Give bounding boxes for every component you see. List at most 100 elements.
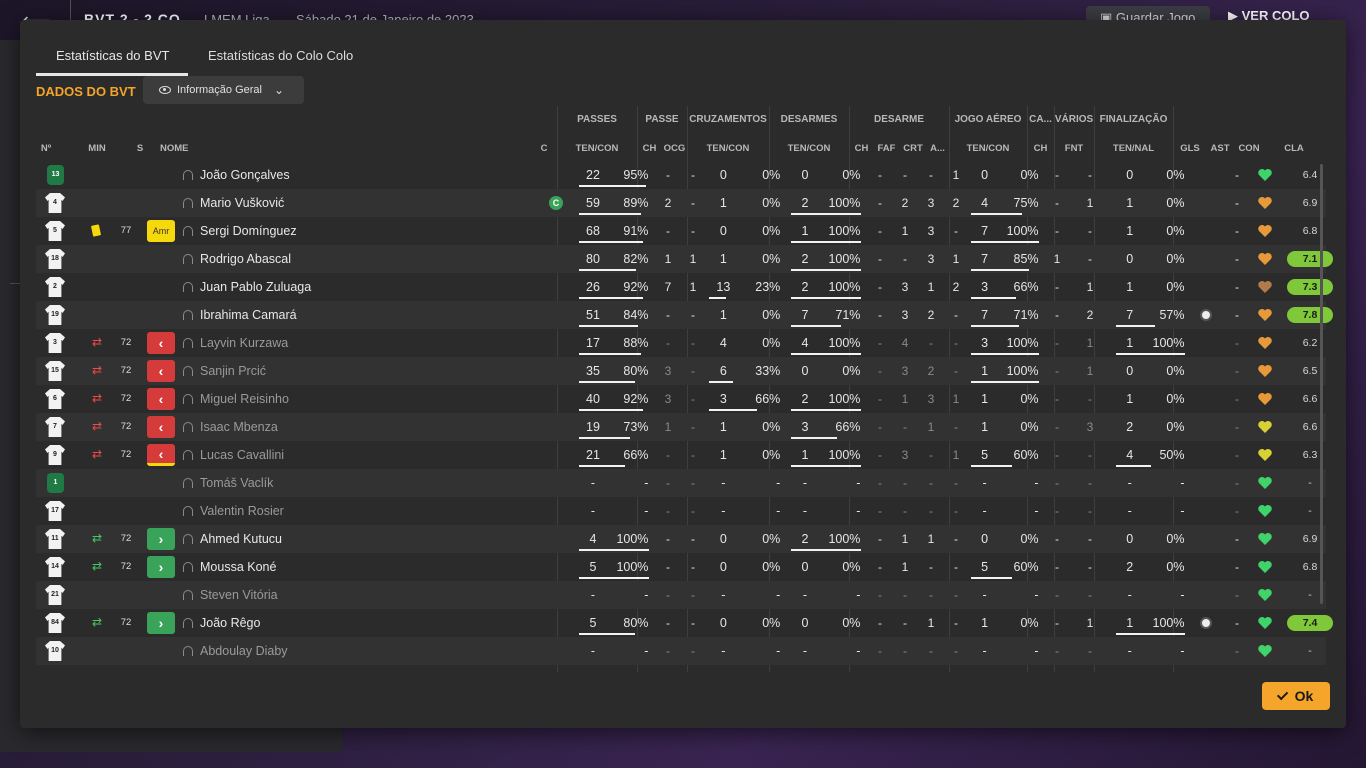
success-rate-bar [1116,353,1185,355]
table-row[interactable]: 14 ⇄ 72 › Moussa Koné 5 100% - -0 0% 0 0% -1- -5 60% - -… [36,553,1326,581]
tab-colo-colo-stats[interactable]: Estatísticas do Colo Colo [208,48,353,63]
column-header[interactable]: TEN/NAL [1094,143,1173,154]
column-header[interactable]: C [533,143,555,154]
player-name[interactable]: Moussa Koné [200,553,276,581]
person-icon [183,534,193,544]
stat-attempts: - [1127,476,1132,490]
success-rate-bar [971,213,1022,215]
shirt-icon: 2 [45,277,65,297]
stat-attempts: 0 [1126,364,1134,378]
ok-button[interactable]: Ok [1262,682,1330,710]
column-header[interactable]: CH [1027,143,1054,154]
player-name[interactable]: Valentin Rosier [200,497,284,525]
stat-percentage: 50% [1159,448,1185,462]
player-name[interactable]: João Gonçalves [200,161,290,189]
table-row[interactable]: 84 ⇄ 72 › João Rêgo 5 80% - -0 0% 0 0% - -1-1 0% -1 1 100… [36,609,1333,637]
success-rate-bar [579,577,649,579]
player-name[interactable]: João Rêgo [200,609,260,637]
stat-cell: - [1235,280,1239,294]
stat-attempts: 0 [719,168,727,182]
column-header[interactable]: MIN [86,143,108,154]
tab-bvt-stats[interactable]: Estatísticas do BVT [56,48,169,63]
table-row[interactable]: 9 ⇄ 72 ‹ Lucas Cavallini 21 66% - -1 0% 1 100% -3-1 5… [36,441,1326,469]
column-header[interactable]: OCG [662,143,687,154]
column-header[interactable]: A... [926,143,949,154]
table-row[interactable]: 6 ⇄ 72 ‹ Miguel Reisinho 40 92% 3-3 66% 2 100% -1 3 1… [36,385,1326,413]
player-name[interactable]: Juan Pablo Zuluaga [200,273,311,301]
table-row[interactable]: 10 Abdoulay Diaby - - - - - - - - - - - - - - - - - - - - [36,637,1326,665]
stat-attempts: 1 [719,448,727,462]
column-header[interactable]: CRT [900,143,926,154]
column-header[interactable]: CLA [1271,143,1317,154]
success-rate-bar [791,353,861,355]
player-name[interactable]: Rodrigo Abascal [200,245,291,273]
column-header[interactable]: FNT [1054,143,1094,154]
player-name[interactable]: Sanjin Prcić [200,357,266,385]
player-name[interactable]: Abdoulay Diaby [200,637,288,665]
table-row[interactable]: 17 Valentin Rosier - - - - - - - - - - - - - - - - - - - - [36,497,1326,525]
view-select[interactable]: Informação Geral ⌄ [143,76,304,104]
table-row[interactable]: 19 Ibrahima Camará 51 84% - -1 0% 7 71% -3 2-7 71% -… [36,301,1333,329]
stat-percentage: 0% [1166,252,1185,266]
stat-cell: - [878,364,882,378]
stat-attempts: 1 [1126,224,1134,238]
table-row[interactable]: 5 77 Amr Sergi Domínguez 68 91% - -0 0% 1 100% -1 3-… [36,217,1326,245]
table-scrollbar[interactable] [1320,164,1323,604]
player-name[interactable]: Lucas Cavallini [200,441,284,469]
success-rate-bar [579,241,643,243]
shirt-icon: 19 [45,305,65,325]
column-header[interactable]: CH [637,143,662,154]
table-row[interactable]: 13 João Gonçalves 22 95% - -0 0% 0 0% - - -1 0 0% - -0 0… [36,161,1326,189]
stat-cell: - [903,644,907,658]
column-group-header: DESARME [873,114,924,125]
column-header[interactable]: S [131,143,149,154]
column-header[interactable]: FAF [874,143,899,154]
person-icon [183,506,193,516]
divider [10,283,20,284]
column-header[interactable]: CH [849,143,874,154]
table-row[interactable]: 18 Rodrigo Abascal 80 82% 1 1 1 0% 2 100% - -3 1 7 85%… [36,245,1333,273]
column-header[interactable]: CON [1235,143,1263,154]
table-row[interactable]: 2 Juan Pablo Zuluaga 26 92% 7 1 13 23% 2 100% -3 1 2… [36,273,1333,301]
column-header[interactable]: TEN/CON [949,143,1027,154]
stat-cell: - [878,448,882,462]
column-header[interactable]: TEN/CON [687,143,769,154]
player-name[interactable]: Ahmed Kutucu [200,525,282,553]
person-icon [183,478,193,488]
stat-cell: - [878,560,882,574]
stat-cell: - [929,560,933,574]
table-row[interactable]: 7 ⇄ 72 ‹ Isaac Mbenza 19 73% 1-1 0% 3 66% - -1-1 0% -3… [36,413,1326,441]
stat-percentage: 0% [842,364,861,378]
table-row[interactable]: 3 ⇄ 72 ‹ Layvin Kurzawa 17 88% - -4 0% 4 100% -4- -3 1… [36,329,1326,357]
column-header[interactable]: NOME [160,143,200,154]
column-header[interactable]: TEN/CON [769,143,849,154]
player-name[interactable]: Tomáš Vaclík [200,469,273,497]
shirt-icon: 84 [45,613,65,633]
table-row[interactable]: 15 ⇄ 72 ‹ Sanjin Prcić 35 80% 3-6 33% 0 0% -3 2-1 100… [36,357,1326,385]
table-row[interactable]: 11 ⇄ 72 › Ahmed Kutucu 4 100% - -0 0% 2 100% -1 1-0 0%… [36,525,1326,553]
stat-attempts: - [590,476,596,490]
player-name[interactable]: Isaac Mbenza [200,413,278,441]
player-name[interactable]: Layvin Kurzawa [200,329,288,357]
sub-off-icon: ⇄ [92,419,103,433]
table-row[interactable]: 21 Steven Vitória - - - - - - - - - - - - - - - - - - - - [36,581,1326,609]
stat-cell: 1 [1086,364,1094,378]
player-name[interactable]: Mario Vušković [200,189,284,217]
table-row[interactable]: 1 Tomáš Vaclík - - - - - - - - - - - - - - - - - - - - [36,469,1326,497]
success-rate-bar [971,353,1039,355]
player-name[interactable]: Ibrahima Camará [200,301,297,329]
stat-cell: - [929,336,933,350]
heart-icon [1258,309,1272,321]
column-header[interactable]: Nº [36,143,56,154]
column-header[interactable]: GLS [1178,143,1202,154]
event-minute: 77 [120,225,132,236]
stat-attempts: 1 [1126,196,1134,210]
stat-cell: - [666,224,670,238]
column-header[interactable]: AST [1207,143,1233,154]
player-name[interactable]: Steven Vitória [200,581,278,609]
player-name[interactable]: Sergi Domínguez [200,217,297,245]
stat-attempts: 0 [1126,532,1134,546]
table-row[interactable]: 4 Mario Vušković C 59 89% 2-1 0% 2 100% -2 3 2 4 75% -… [36,189,1326,217]
column-header[interactable]: TEN/CON [557,143,637,154]
player-name[interactable]: Miguel Reisinho [200,385,289,413]
